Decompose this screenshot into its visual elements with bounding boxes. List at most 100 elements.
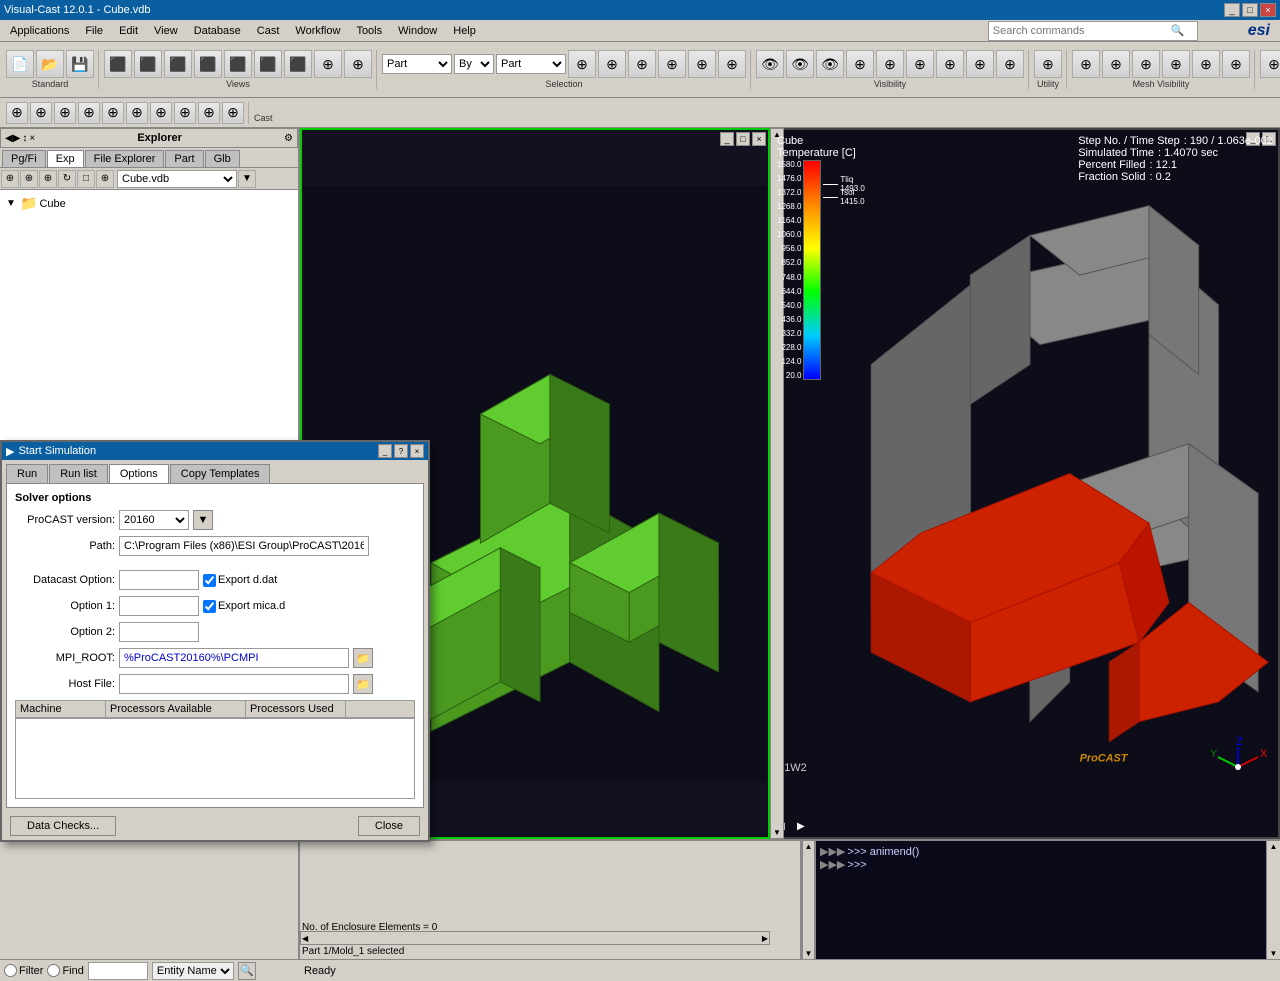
left-view-close[interactable]: × [752, 132, 766, 146]
toolbar-meshvis4[interactable]: ⊕ [1162, 50, 1190, 78]
toolbar-view3[interactable]: ⬛ [164, 50, 192, 78]
mid-scroll-up[interactable]: ▲ [804, 841, 814, 852]
right-scroll-right[interactable]: ▶ [797, 821, 805, 832]
toolbar-meshutil1[interactable]: ⊕ [1260, 50, 1280, 78]
panel-tab-exp[interactable]: Exp [47, 150, 84, 167]
toolbar-util1[interactable]: ⊕ [1034, 50, 1062, 78]
filter-input[interactable] [88, 962, 148, 980]
minimize-btn[interactable]: _ [1224, 3, 1240, 17]
toolbar-vis6[interactable]: ⊕ [906, 50, 934, 78]
panel-tab-pgfi[interactable]: Pg/Fi [2, 150, 46, 167]
version-dropdown-btn[interactable]: ▼ [193, 510, 213, 530]
part-select[interactable]: Part [382, 54, 452, 74]
toolbar-vis5[interactable]: ⊕ [876, 50, 904, 78]
panel-tb-btn4[interactable]: ↻ [58, 170, 76, 188]
h-scroll-left[interactable]: ◀ [301, 933, 309, 944]
file-dropdown[interactable]: Cube.vdb [117, 170, 237, 188]
by-select[interactable]: By [454, 54, 494, 74]
menu-database[interactable]: Database [186, 23, 249, 39]
scrollbar-down[interactable]: ▼ [772, 827, 782, 838]
find-radio[interactable] [47, 964, 60, 977]
cast-btn5[interactable]: ⊕ [102, 102, 124, 124]
panel-tb-btn1[interactable]: ⊕ [1, 170, 19, 188]
cast-btn9[interactable]: ⊕ [198, 102, 220, 124]
part-select2[interactable]: Part [496, 54, 566, 74]
dialog-min[interactable]: _ [378, 444, 392, 458]
close-btn[interactable]: × [1260, 3, 1276, 17]
filter-radio[interactable] [4, 964, 17, 977]
toolbar-meshvis6[interactable]: ⊕ [1222, 50, 1250, 78]
dialog-tab-runlist[interactable]: Run list [49, 464, 108, 483]
toolbar-view5[interactable]: ⬛ [224, 50, 252, 78]
option1-input[interactable] [119, 596, 199, 616]
toolbar-vis2[interactable]: 👁 [786, 50, 814, 78]
close-button[interactable]: Close [358, 816, 420, 836]
toolbar-meshvis5[interactable]: ⊕ [1192, 50, 1220, 78]
datacast-input[interactable] [119, 570, 199, 590]
export-micad-checkbox[interactable] [203, 600, 216, 613]
toolbar-vis1[interactable]: 👁 [756, 50, 784, 78]
menu-file[interactable]: File [77, 23, 111, 39]
cast-btn6[interactable]: ⊕ [126, 102, 148, 124]
menu-edit[interactable]: Edit [111, 23, 146, 39]
toolbar-meshvis1[interactable]: ⊕ [1072, 50, 1100, 78]
panel-tab-part[interactable]: Part [165, 150, 203, 167]
menu-cast[interactable]: Cast [249, 23, 288, 39]
toolbar-view7[interactable]: ⬛ [284, 50, 312, 78]
maximize-btn[interactable]: □ [1242, 3, 1258, 17]
toolbar-view4[interactable]: ⬛ [194, 50, 222, 78]
toolbar-vis3[interactable]: 👁 [816, 50, 844, 78]
tree-expand-icon[interactable]: ▼ [6, 198, 18, 209]
toolbar-vis4[interactable]: ⊕ [846, 50, 874, 78]
panel-tb-btn5[interactable]: □ [77, 170, 95, 188]
cast-btn3[interactable]: ⊕ [54, 102, 76, 124]
cast-btn1[interactable]: ⊕ [6, 102, 28, 124]
con-scroll-up[interactable]: ▲ [1269, 841, 1279, 852]
panel-close-icon[interactable]: × [29, 133, 35, 144]
host-file-input[interactable] [119, 674, 349, 694]
toolbar-select2[interactable]: ⊕ [598, 50, 626, 78]
cast-btn7[interactable]: ⊕ [150, 102, 172, 124]
toolbar-view9[interactable]: ⊕ [344, 50, 372, 78]
bottom-scrollbar-h[interactable]: ◀ ▶ [300, 931, 770, 945]
dialog-tab-run[interactable]: Run [6, 464, 48, 483]
toolbar-meshvis3[interactable]: ⊕ [1132, 50, 1160, 78]
toolbar-view1[interactable]: ⬛ [104, 50, 132, 78]
export-ddat-checkbox[interactable] [203, 574, 216, 587]
mid-scroll-down[interactable]: ▼ [804, 948, 814, 959]
menu-help[interactable]: Help [445, 23, 484, 39]
menu-applications[interactable]: Applications [2, 23, 77, 39]
menu-workflow[interactable]: Workflow [287, 23, 348, 39]
toolbar-vis9[interactable]: ⊕ [996, 50, 1024, 78]
path-input[interactable] [119, 536, 369, 556]
left-view-max[interactable]: □ [736, 132, 750, 146]
panel-tb-btn3[interactable]: ⊕ [39, 170, 57, 188]
cast-btn2[interactable]: ⊕ [30, 102, 52, 124]
toolbar-select6[interactable]: ⊕ [718, 50, 746, 78]
mpi-root-input[interactable] [119, 648, 349, 668]
toolbar-vis7[interactable]: ⊕ [936, 50, 964, 78]
panel-dropdown-arrow[interactable]: ▼ [238, 170, 256, 188]
panel-expand-icon[interactable]: ↕ [22, 133, 27, 144]
middle-scrollbar-v[interactable]: ▲ ▼ [802, 841, 816, 959]
dialog-close[interactable]: × [410, 444, 424, 458]
toolbar-select4[interactable]: ⊕ [658, 50, 686, 78]
toolbar-select5[interactable]: ⊕ [688, 50, 716, 78]
toolbar-view2[interactable]: ⬛ [134, 50, 162, 78]
menu-view[interactable]: View [146, 23, 186, 39]
dialog-help[interactable]: ? [394, 444, 408, 458]
dialog-tab-options[interactable]: Options [109, 464, 169, 483]
panel-tb-btn6[interactable]: ⊕ [96, 170, 114, 188]
cast-btn8[interactable]: ⊕ [174, 102, 196, 124]
toolbar-select3[interactable]: ⊕ [628, 50, 656, 78]
entity-name-select[interactable]: Entity Name [152, 962, 234, 980]
left-view-min[interactable]: _ [720, 132, 734, 146]
menu-tools[interactable]: Tools [348, 23, 390, 39]
panel-tb-btn2[interactable]: ⊕ [20, 170, 38, 188]
console-scrollbar-v[interactable]: ▲ ▼ [1266, 841, 1280, 959]
filter-search-btn[interactable]: 🔍 [238, 962, 256, 980]
panel-collapse-icon[interactable]: ◀▶ [5, 133, 20, 144]
toolbar-btn-open[interactable]: 📂 [36, 50, 64, 78]
toolbar-view8[interactable]: ⊕ [314, 50, 342, 78]
toolbar-select1[interactable]: ⊕ [568, 50, 596, 78]
